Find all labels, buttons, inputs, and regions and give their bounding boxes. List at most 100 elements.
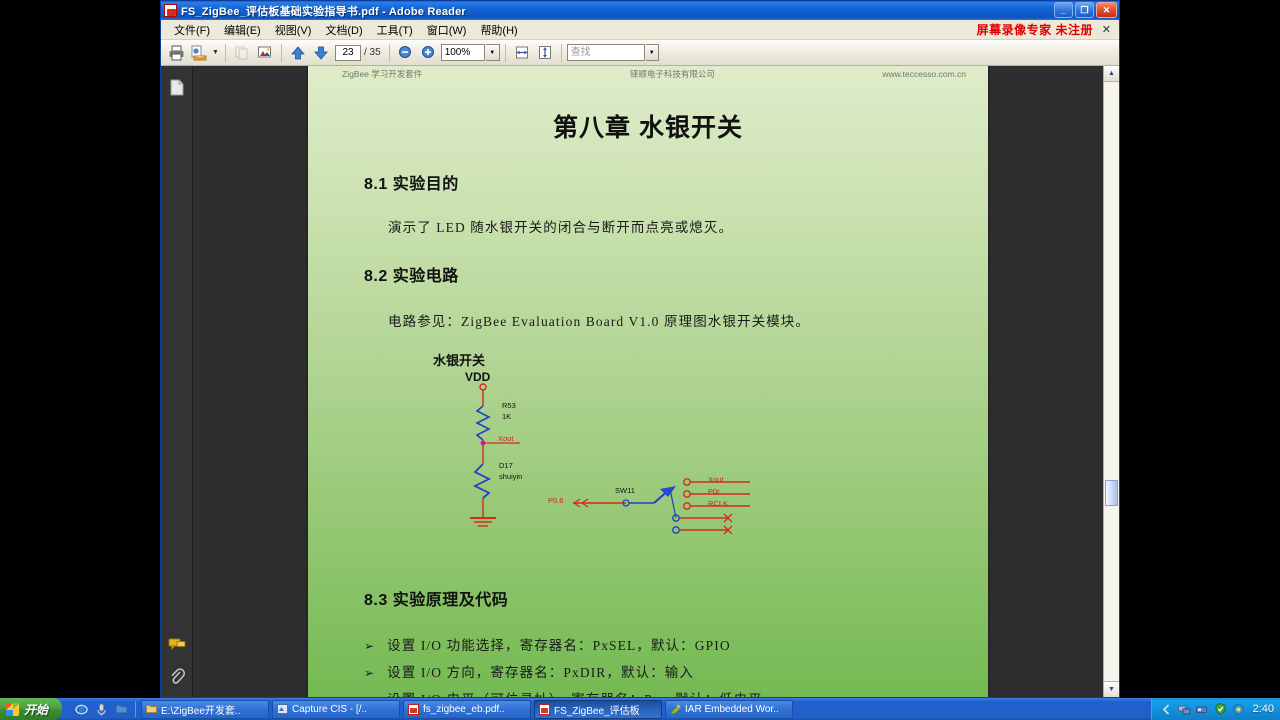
media-player-icon[interactable]: [95, 703, 108, 716]
screen-recorder-unregistered-banner: 屏幕录像专家 未注册: [976, 23, 1093, 37]
find-dropdown-caret[interactable]: ▼: [645, 44, 659, 61]
circuit-label-d17-value: shuiyin: [499, 472, 523, 481]
circuit-caption-label: 水银开关: [433, 353, 486, 368]
circuit-pin-label-2: P0r: [708, 487, 720, 496]
task-button-explorer[interactable]: E:\ZigBee开发套..: [141, 699, 270, 719]
scroll-down-button[interactable]: ▼: [1104, 681, 1119, 697]
title-bar: FS_ZigBee_评估板基础实验指导书.pdf - Adobe Reader …: [161, 1, 1119, 20]
antivirus-icon[interactable]: [1232, 703, 1245, 716]
folder-icon[interactable]: [115, 703, 128, 716]
previous-page-icon[interactable]: [287, 42, 309, 64]
scrollbar-thumb[interactable]: [1105, 480, 1118, 506]
header-left-text: ZigBee 学习开发套件: [342, 69, 423, 79]
header-right-url: www.teccesso.com.cn: [882, 69, 966, 79]
section-paragraph-8-2: 电路参见：ZigBee Evaluation Board V1.0 原理图水银开…: [388, 314, 810, 329]
email-dropdown-caret[interactable]: ▼: [211, 42, 220, 64]
restore-button[interactable]: ❐: [1075, 2, 1094, 18]
page-running-header: ZigBee 学习开发套件 铎顺电子科技有限公司 www.teccesso.co…: [342, 68, 966, 80]
shield-icon[interactable]: [1214, 703, 1227, 716]
folder-icon: [146, 704, 158, 715]
toolbar: ▼ 23 / 35 100% ▼ 查找 ▼: [161, 40, 1119, 66]
snapshot-icon[interactable]: [254, 42, 276, 64]
circuit-pin-label-1: Xout: [708, 475, 724, 484]
section-heading-8-1: 8.1 实验目的: [364, 176, 459, 193]
usb-icon[interactable]: [1196, 703, 1209, 716]
section-heading-8-3: 8.3 实验原理及代码: [364, 592, 509, 609]
attachments-panel-icon[interactable]: [166, 665, 188, 687]
document-view[interactable]: ZigBee 学习开发套件 铎顺电子科技有限公司 www.teccesso.co…: [193, 66, 1103, 697]
email-document-icon[interactable]: [188, 42, 210, 64]
network-icon[interactable]: [1177, 703, 1191, 716]
circuit-diagram: 水银开关 VDD R53 1K Xout D17 shuiyin SW11 P0…: [308, 346, 988, 546]
windows-flag-icon: [6, 702, 19, 716]
pdf-page: ZigBee 学习开发套件 铎顺电子科技有限公司 www.teccesso.co…: [308, 66, 988, 697]
screen: FS_ZigBee_评估板基础实验指导书.pdf - Adobe Reader …: [0, 0, 1280, 720]
bullet-marker-icon: ➢: [364, 693, 375, 697]
quick-launch-bar: [68, 703, 135, 716]
fit-page-icon[interactable]: [534, 42, 556, 64]
bullet-text-2: 设置 I/O 方向，寄存器名：PxDIR，默认：输入: [387, 665, 695, 680]
zoom-out-icon[interactable]: [395, 42, 417, 64]
bullet-marker-icon: ➢: [364, 639, 376, 653]
banner-close-icon[interactable]: ✕: [1102, 23, 1111, 36]
menu-window[interactable]: 窗口(W): [420, 20, 474, 40]
find-input[interactable]: 查找: [566, 44, 645, 61]
comments-panel-icon[interactable]: [166, 633, 188, 655]
circuit-label-sw11: SW11: [615, 486, 635, 495]
capture-icon: [277, 703, 289, 715]
menu-help[interactable]: 帮助(H): [473, 20, 524, 40]
menu-file[interactable]: 文件(F): [167, 20, 217, 40]
page-number-input[interactable]: 23: [335, 44, 361, 61]
menu-bar: 文件(F) 编辑(E) 视图(V) 文档(D) 工具(T) 窗口(W) 帮助(H…: [161, 20, 1119, 40]
start-label: 开始: [24, 702, 49, 717]
circuit-label-r53: R53: [502, 401, 516, 410]
clock[interactable]: 2:40: [1253, 703, 1274, 715]
window-controls: _ ❐ ✕: [1054, 2, 1117, 18]
zoom-dropdown-caret[interactable]: ▼: [485, 44, 500, 61]
adobe-reader-window: FS_ZigBee_评估板基础实验指导书.pdf - Adobe Reader …: [160, 0, 1120, 698]
copy-icon: [231, 42, 253, 64]
scroll-up-button[interactable]: ▲: [1104, 66, 1119, 82]
section-paragraph-8-1: 演示了 LED 随水银开关的闭合与断开而点亮或熄灭。: [388, 220, 734, 235]
page-total-label: / 35: [364, 47, 381, 58]
zoom-level-input[interactable]: 100%: [440, 44, 485, 61]
toolbar-separator: [388, 43, 390, 62]
section-bullet-2: ➢ 设置 I/O 方向，寄存器名：PxDIR，默认：输入: [364, 661, 694, 681]
system-tray: 2:40: [1150, 698, 1280, 720]
print-icon[interactable]: [165, 42, 187, 64]
pdf-icon: [408, 703, 420, 715]
window-title: FS_ZigBee_评估板基础实验指导书.pdf - Adobe Reader: [181, 5, 466, 18]
next-page-icon[interactable]: [310, 42, 332, 64]
task-button-fs-zigbee-eb-pdf[interactable]: fs_zigbee_eb.pdf..: [403, 699, 532, 719]
show-desktop-icon[interactable]: [1160, 703, 1173, 716]
circuit-net-xout: Xout: [498, 434, 514, 443]
task-button-capture-cis[interactable]: Capture CIS - [/..: [272, 699, 401, 719]
app-body: ZigBee 学习开发套件 铎顺电子科技有限公司 www.teccesso.co…: [161, 66, 1119, 697]
menu-document[interactable]: 文档(D): [318, 20, 369, 40]
bullet-text-3: 设置 I/O 电平（可位寻址），寄存器名：Px，默认：低电平: [387, 688, 763, 697]
vertical-scrollbar[interactable]: ▲ ▼: [1103, 66, 1119, 697]
menu-edit[interactable]: 编辑(E): [217, 20, 268, 40]
task-label: FS_ZigBee_评估板: [554, 705, 640, 717]
task-button-iar-embedded-workbench[interactable]: IAR Embedded Wor..: [665, 699, 794, 719]
start-button[interactable]: 开始: [0, 698, 63, 720]
circuit-pin-label-3: RCLK: [708, 499, 729, 508]
bullet-marker-icon: ➢: [364, 666, 376, 680]
circuit-label-r53-value: 1K: [502, 412, 512, 421]
fit-width-icon[interactable]: [511, 42, 533, 64]
toolbar-separator: [560, 43, 562, 62]
zoom-in-icon[interactable]: [418, 42, 440, 64]
ie-icon[interactable]: [75, 703, 88, 716]
menu-tools[interactable]: 工具(T): [370, 20, 420, 40]
task-label: Capture CIS - [/..: [292, 703, 368, 715]
menu-view[interactable]: 视图(V): [268, 20, 319, 40]
pages-panel-icon[interactable]: [166, 76, 188, 98]
toolbar-separator: [225, 43, 226, 62]
section-heading-8-2: 8.2 实验电路: [364, 268, 459, 285]
close-button[interactable]: ✕: [1096, 2, 1117, 18]
navigation-pane: [161, 66, 193, 697]
minimize-button[interactable]: _: [1054, 2, 1073, 18]
section-bullet-3: ➢ 设置 I/O 电平（可位寻址），寄存器名：Px，默认：低电平: [364, 688, 763, 697]
task-button-fs-zigbee-active[interactable]: FS_ZigBee_评估板: [534, 699, 663, 719]
scrollbar-track[interactable]: [1104, 82, 1119, 681]
